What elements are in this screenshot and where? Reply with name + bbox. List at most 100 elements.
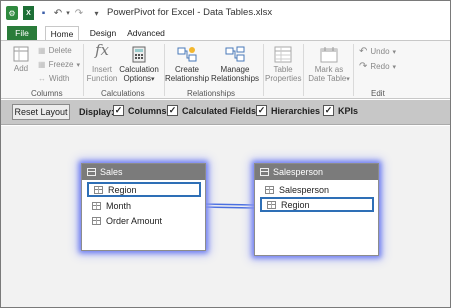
diagram-canvas[interactable]: Sales Region Month Order Amount Salesper… (1, 126, 450, 307)
date-table-icon (320, 47, 338, 63)
undo-icon[interactable]: ↶ (53, 6, 63, 20)
ribbon-separator (263, 44, 264, 96)
powerpivot-icon: ⚙ (6, 6, 18, 20)
sales-field-region[interactable]: Region (87, 182, 201, 197)
calculation-options-dropdown-icon: ▾ (151, 76, 155, 83)
column-icon (94, 185, 103, 194)
undo-label: Undo (370, 47, 390, 56)
delete-label: Delete (48, 46, 72, 55)
create-relationship-button[interactable]: Create Relationship (164, 46, 210, 83)
redo-button[interactable]: ↷ Redo ▾ (359, 61, 396, 72)
salesperson-field-salesperson[interactable]: Salesperson (260, 182, 329, 197)
freeze-label: Freeze (48, 60, 74, 69)
create-relationship-label: Create Relationship (164, 65, 210, 83)
mark-as-date-table-dropdown-icon: ▾ (346, 76, 350, 83)
create-relationship-icon (177, 47, 197, 62)
add-column-label: Add (13, 64, 29, 73)
field-label: Region (281, 199, 310, 210)
salesperson-table-name: Salesperson (273, 167, 324, 177)
display-label: Display: (79, 107, 115, 117)
column-width-button[interactable]: ↔ Width (38, 74, 69, 83)
table-icon (260, 168, 269, 176)
function-icon: fx (94, 41, 109, 59)
redo-arrow-icon: ↷ (359, 61, 368, 72)
add-column-button[interactable]: Add (9, 46, 33, 73)
manage-relationships-label: Manage Relationships (210, 65, 260, 83)
ribbon-separator (83, 44, 84, 96)
freeze-column-button[interactable]: ▦ Freeze ▾ (38, 60, 80, 69)
delete-icon: ▦ (38, 46, 46, 55)
sales-field-month[interactable]: Month (87, 198, 131, 213)
ribbon-separator (303, 44, 304, 96)
column-icon (265, 185, 274, 194)
checkmark-icon: ✓ (323, 105, 334, 116)
sales-table-header[interactable]: Sales (82, 164, 205, 180)
width-icon: ↔ (38, 74, 46, 83)
undo-dropdown-icon[interactable]: ▾ (64, 6, 72, 20)
salesperson-field-region[interactable]: Region (260, 197, 374, 212)
calculated-fields-checkbox-label: Calculated Fields (182, 105, 257, 116)
manage-relationships-icon (225, 46, 245, 62)
field-label: Region (108, 184, 137, 195)
manage-relationships-button[interactable]: Manage Relationships (210, 46, 260, 83)
edit-group-label: Edit (371, 89, 385, 98)
freeze-dropdown-icon: ▾ (76, 61, 80, 69)
columns-group-label: Columns (31, 89, 63, 98)
sales-field-order-amount[interactable]: Order Amount (87, 213, 162, 228)
customize-quick-access-icon[interactable]: ▾ (92, 6, 101, 20)
calculation-options-button[interactable]: Calculation Options▾ (118, 46, 160, 84)
ribbon: Add ▦ Delete ▦ Freeze ▾ ↔ Width Columns fx I… (1, 40, 450, 99)
column-icon (92, 201, 101, 210)
kpis-checkbox[interactable]: ✓ KPIs (323, 105, 358, 116)
field-label: Order Amount (106, 215, 163, 226)
table-icon (87, 168, 96, 176)
title-bar: ⚙ X ▪ ↶ ▾ ↷ ▾ PowerPivot for Excel - Dat… (1, 1, 450, 25)
calculated-fields-checkbox[interactable]: ✓ Calculated Fields (167, 105, 256, 116)
redo-menu-icon: ▾ (392, 63, 397, 71)
save-icon[interactable]: ▪ (38, 6, 49, 20)
redo-label: Redo (370, 62, 390, 71)
hierarchies-checkbox-label: Hierarchies (271, 105, 321, 116)
checkmark-icon: ✓ (167, 105, 178, 116)
ribbon-separator (353, 44, 354, 96)
columns-checkbox[interactable]: ✓ Columns (113, 105, 167, 116)
calculator-icon (132, 46, 146, 63)
undo-arrow-icon: ↶ (359, 46, 368, 57)
app-window: ⚙ X ▪ ↶ ▾ ↷ ▾ PowerPivot for Excel - Dat… (0, 0, 451, 308)
calculations-group-label: Calculations (101, 89, 145, 98)
sales-table-name: Sales (100, 167, 123, 177)
mark-as-date-table-button[interactable]: Mark as Date Table▾ (306, 46, 352, 84)
table-properties-button[interactable]: Table Properties (265, 46, 301, 83)
table-properties-icon (274, 46, 292, 63)
field-label: Month (106, 200, 132, 211)
mark-as-date-table-label: Mark as Date Table (308, 65, 347, 83)
tab-file[interactable]: File (7, 26, 37, 40)
insert-function-button[interactable]: fx Insert Function (85, 41, 119, 84)
field-label: Salesperson (279, 184, 330, 195)
tab-design[interactable]: Design (85, 26, 121, 40)
relationship-line[interactable] (201, 201, 255, 213)
excel-icon[interactable]: X (23, 6, 34, 20)
diagram-display-bar: Reset Layout Display: ✓ Columns ✓ Calculat… (1, 100, 450, 125)
table-properties-label: Table Properties (265, 65, 302, 83)
ribbon-tabs: File Home Design Advanced (1, 25, 450, 41)
hierarchies-checkbox[interactable]: ✓ Hierarchies (256, 105, 320, 116)
salesperson-table[interactable]: Salesperson Salesperson Region (254, 163, 379, 256)
add-column-icon (13, 46, 29, 62)
reset-layout-button[interactable]: Reset Layout (12, 104, 70, 120)
delete-column-button[interactable]: ▦ Delete (38, 46, 72, 55)
checkmark-icon: ✓ (256, 105, 267, 116)
window-title: PowerPivot for Excel - Data Tables.xlsx (107, 7, 273, 18)
undo-button[interactable]: ↶ Undo ▾ (359, 46, 396, 57)
tab-advanced[interactable]: Advanced (125, 26, 167, 40)
relationships-group-label: Relationships (187, 89, 236, 98)
insert-function-label: Insert Function (86, 65, 118, 83)
salesperson-table-header[interactable]: Salesperson (255, 164, 378, 180)
column-icon (92, 216, 101, 225)
checkmark-icon: ✓ (113, 105, 124, 116)
tab-home[interactable]: Home (45, 26, 79, 40)
freeze-icon: ▦ (38, 60, 46, 69)
redo-icon[interactable]: ↷ (74, 6, 84, 20)
sales-table[interactable]: Sales Region Month Order Amount (81, 163, 206, 251)
columns-checkbox-label: Columns (128, 105, 167, 116)
